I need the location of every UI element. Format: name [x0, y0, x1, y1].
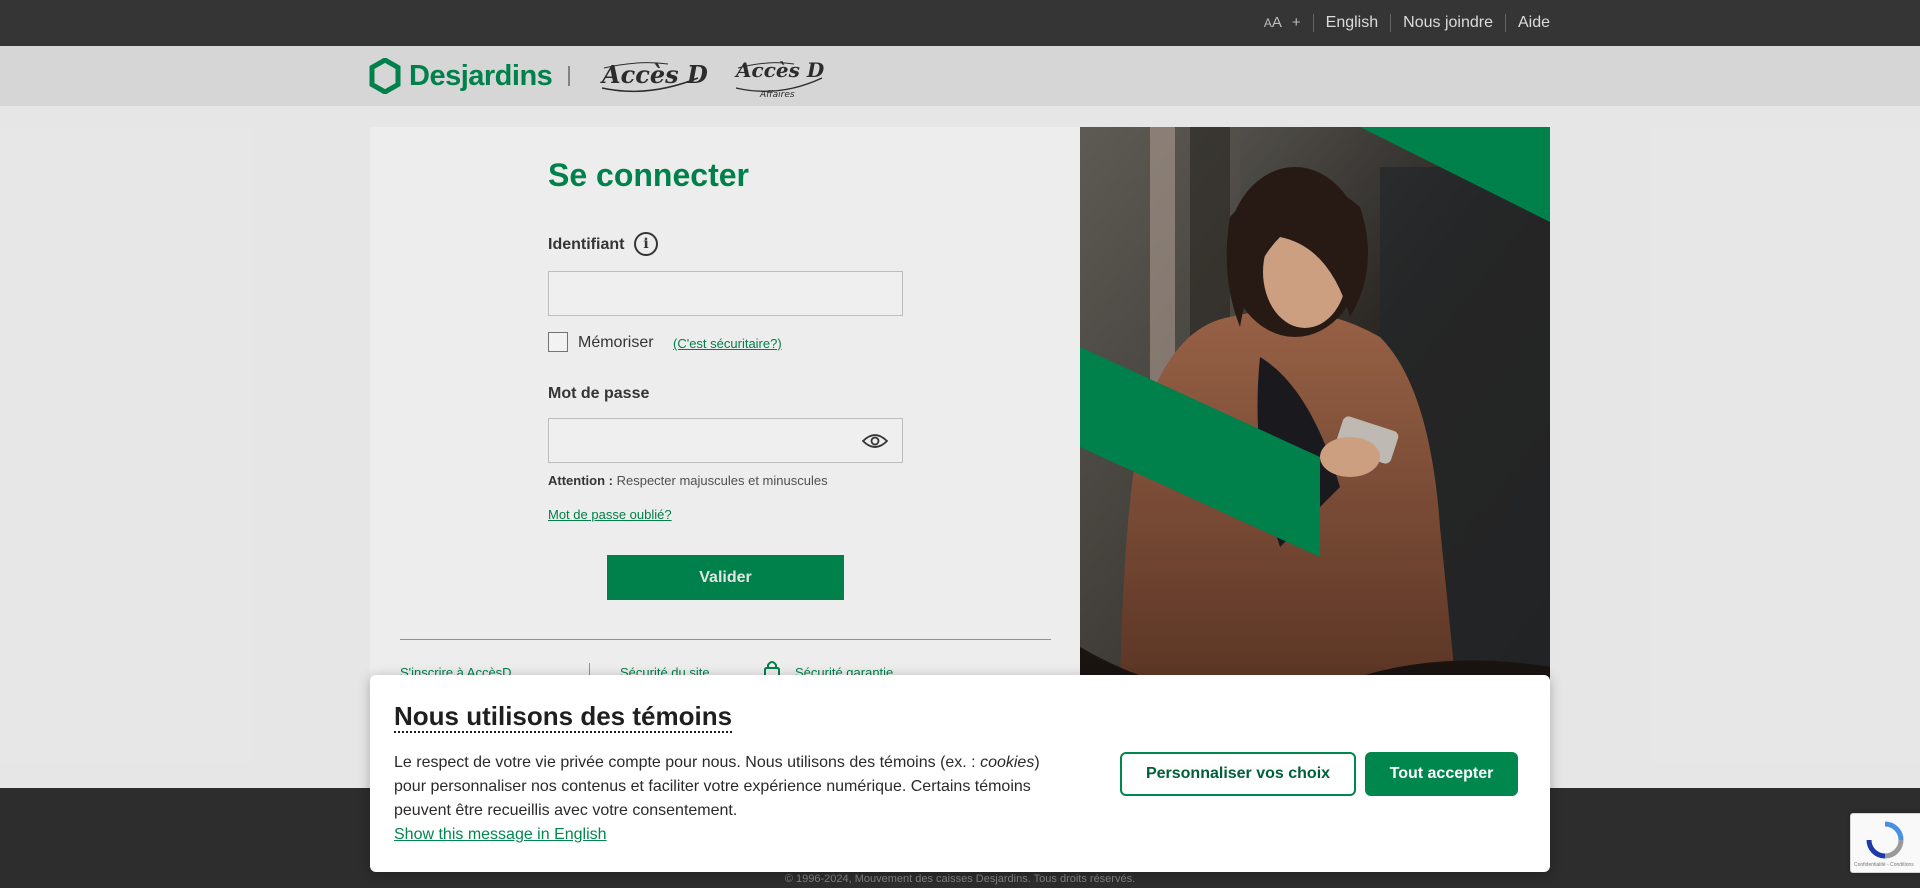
- customize-choices-button[interactable]: Personnaliser vos choix: [1120, 752, 1356, 796]
- cookie-title: Nous utilisons des témoins: [394, 701, 733, 733]
- accept-all-button[interactable]: Tout accepter: [1365, 752, 1518, 796]
- recaptcha-badge[interactable]: Confidentialité - Conditions: [1850, 813, 1920, 873]
- cookie-text-start: Le respect de votre vie privée compte po…: [394, 754, 981, 771]
- cookie-text-italic: cookies: [980, 754, 1035, 771]
- cookie-banner: Nous utilisons des témoins Le respect de…: [370, 675, 1550, 872]
- show-in-english-link[interactable]: Show this message in English: [394, 823, 1054, 847]
- cookie-text: Le respect de votre vie privée compte po…: [394, 751, 1054, 847]
- recaptcha-text: Confidentialité - Conditions: [1854, 862, 1914, 868]
- recaptcha-icon: [1866, 821, 1904, 859]
